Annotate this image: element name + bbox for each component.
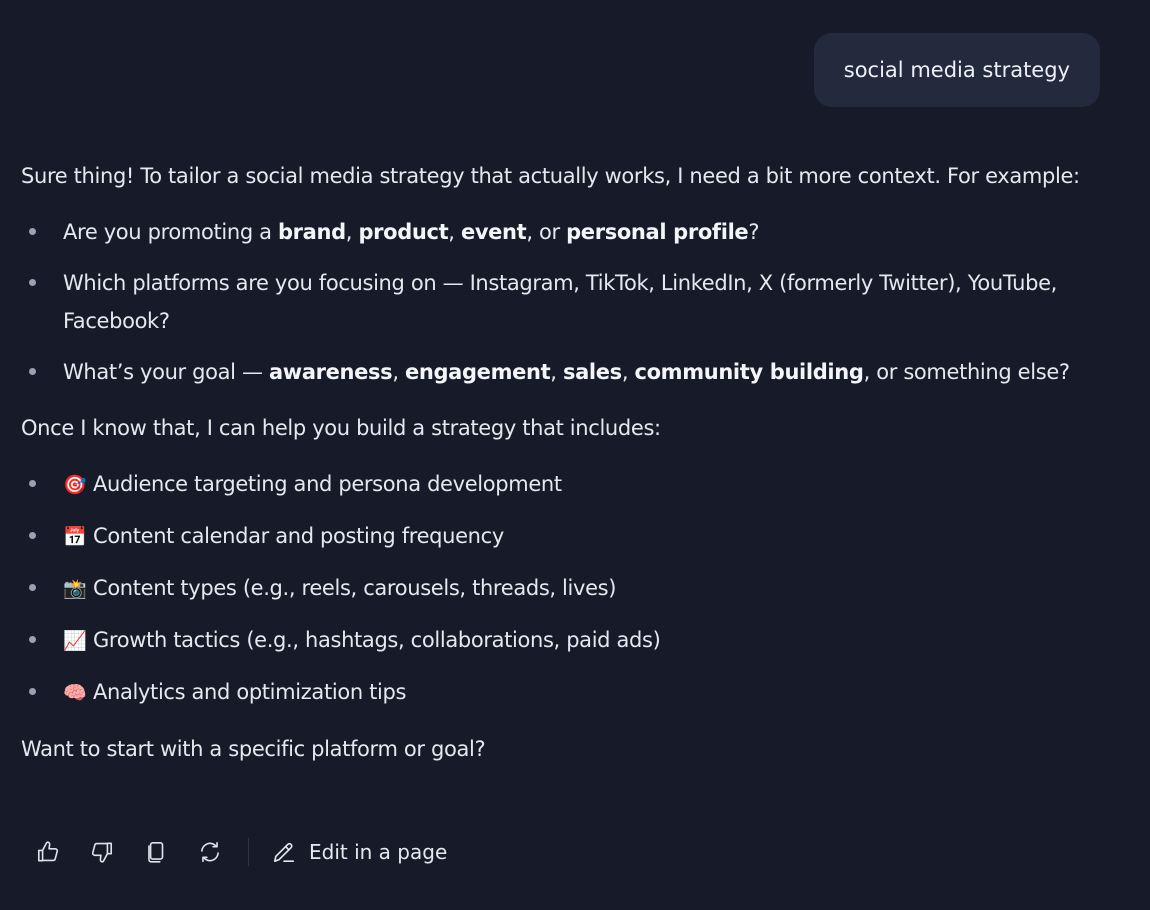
separator: , (448, 220, 461, 244)
like-button[interactable] (30, 834, 66, 870)
list-item: Which platforms are you focusing on — In… (21, 264, 1111, 340)
thumbs-up-icon (37, 841, 59, 862)
question-text: Which platforms are you focusing on — In… (63, 271, 1057, 333)
feature-text: Growth tactics (e.g., hashtags, collabor… (93, 628, 661, 652)
list-item: 📅 Content calendar and posting frequency (21, 517, 1111, 556)
bold-term: product (358, 220, 449, 244)
chat-view: social media strategy Sure thing! To tai… (0, 0, 1150, 910)
question-suffix: ? (748, 220, 760, 244)
calendar-icon: 📅 (63, 526, 87, 548)
dislike-button[interactable] (84, 834, 120, 870)
separator: , (345, 220, 359, 244)
separator: , (392, 360, 405, 384)
feature-text: Audience targeting and persona developme… (93, 472, 562, 496)
bold-term: awareness (268, 360, 393, 384)
separator: , (550, 360, 563, 384)
bold-term: personal profile (566, 220, 749, 244)
copy-button[interactable] (138, 834, 174, 870)
brain-icon: 🧠 (63, 682, 87, 704)
list-item: What’s your goal — awareness, engagement… (21, 353, 1111, 391)
edit-in-page-button[interactable]: Edit in a page (271, 839, 447, 865)
feature-text: Content calendar and posting frequency (93, 524, 504, 548)
list-item: 📸 Content types (e.g., reels, carousels, … (21, 569, 1111, 608)
separator: , (621, 360, 635, 384)
edit-in-page-label: Edit in a page (309, 840, 448, 864)
separator: , or (526, 220, 567, 244)
action-divider (248, 838, 249, 866)
user-message-text: social media strategy (843, 58, 1070, 82)
message-actions: Edit in a page (30, 832, 447, 872)
regenerate-icon (201, 841, 219, 863)
question-text: What’s your goal — (63, 360, 269, 384)
list-item: Are you promoting a brand, product, even… (21, 213, 1111, 251)
feature-text: Analytics and optimization tips (93, 680, 407, 704)
feature-text: Content types (e.g., reels, carousels, t… (93, 576, 617, 600)
copy-icon (148, 841, 164, 863)
bold-term: event (460, 220, 527, 244)
target-icon: 🎯 (63, 474, 87, 496)
question-text: Are you promoting a (63, 220, 278, 244)
user-message-bubble: social media strategy (813, 33, 1100, 107)
thumbs-down-icon (91, 842, 113, 863)
regenerate-button[interactable] (192, 834, 228, 870)
assistant-reply: Sure thing! To tailor a social media str… (21, 157, 1111, 768)
reply-closing: Want to start with a specific platform o… (21, 737, 486, 761)
question-list: Are you promoting a brand, product, even… (21, 213, 1111, 391)
list-item: 🎯 Audience targeting and persona developm… (21, 465, 1111, 504)
question-suffix: , or something else? (863, 360, 1070, 384)
bold-term: sales (562, 360, 622, 384)
list-item: 📈 Growth tactics (e.g., hashtags, collabo… (21, 621, 1111, 660)
pencil-icon (273, 843, 295, 863)
chart-up-icon: 📈 (63, 630, 87, 652)
feature-list: 🎯 Audience targeting and persona developm… (21, 465, 1111, 712)
camera-icon: 📸 (63, 578, 87, 600)
bold-term: community building (634, 360, 864, 384)
reply-intro: Sure thing! To tailor a social media str… (21, 164, 1080, 188)
bold-term: engagement (405, 360, 551, 384)
reply-mid: Once I know that, I can help you build a… (21, 416, 661, 440)
list-item: 🧠 Analytics and optimization tips (21, 673, 1111, 712)
bold-term: brand (277, 220, 346, 244)
